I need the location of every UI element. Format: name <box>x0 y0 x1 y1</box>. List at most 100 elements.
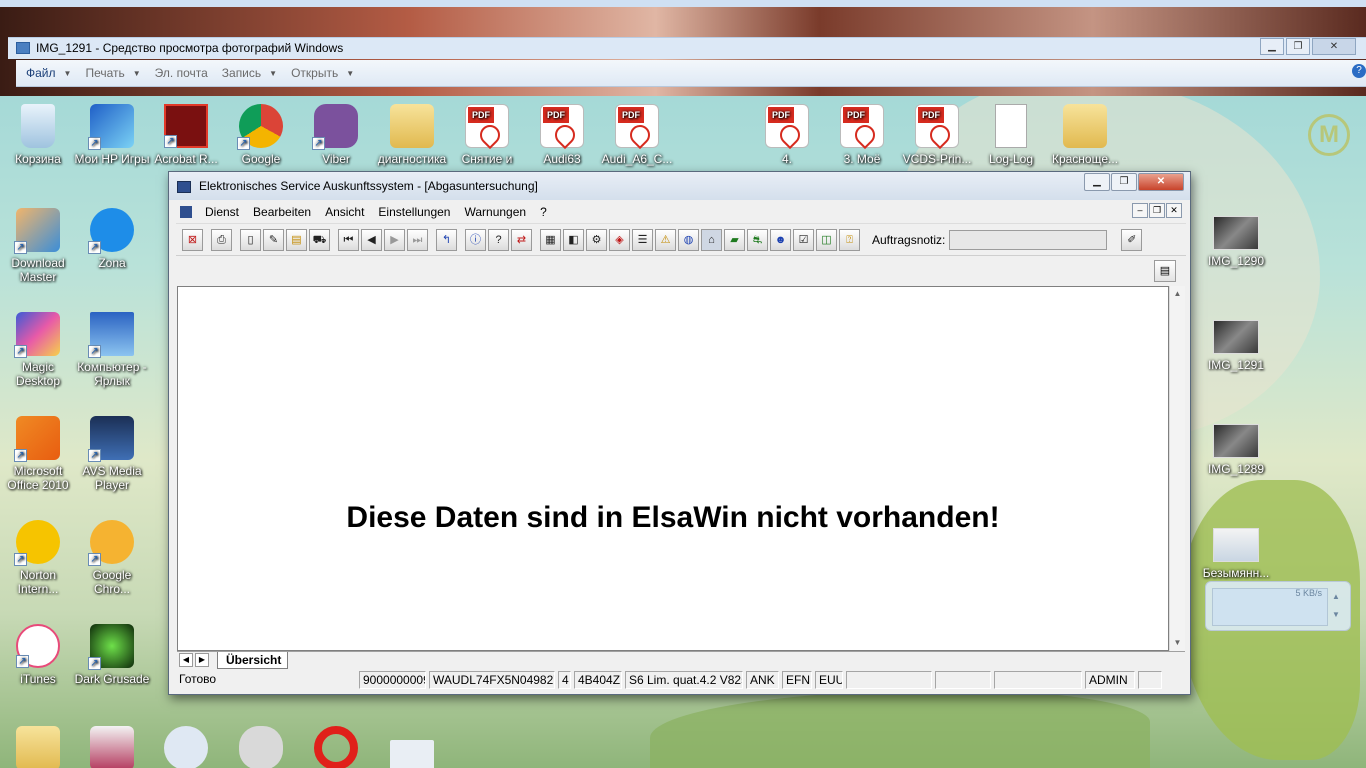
desktop-icon-img1289[interactable]: IMG_1289 <box>1198 424 1274 476</box>
menu-open[interactable]: Открыть ▼ <box>291 66 354 80</box>
engine-icon[interactable]: ⚙ <box>586 228 607 251</box>
menu-help[interactable]: ? <box>533 205 554 219</box>
document-list-icon[interactable]: ▤ <box>1154 260 1176 282</box>
desktop-icon-avs[interactable]: ↗ AVS Media Player <box>74 416 150 492</box>
desktop-icon-hp-games[interactable]: ↗ Мои HP Игры <box>74 104 150 166</box>
menu-file[interactable]: Файл ▼ <box>26 66 71 80</box>
print-icon[interactable]: ⎙ <box>211 228 232 251</box>
menu-dienst[interactable]: Dienst <box>198 205 246 219</box>
menu-print[interactable]: Печать ▼ <box>85 66 140 80</box>
desktop-icon-img1290[interactable]: IMG_1290 <box>1198 216 1274 268</box>
mdi-restore-button[interactable]: ❐ <box>1149 203 1165 218</box>
book-icon[interactable]: ◈ <box>609 228 630 251</box>
desktop-icon-partial-search[interactable] <box>148 726 224 768</box>
inspection-icon[interactable]: ⌂ <box>701 228 722 251</box>
desktop-icon-snyatie[interactable]: Снятие и <box>449 104 525 166</box>
help-icon[interactable]: ? <box>1352 64 1366 78</box>
desktop-icon-acrobat[interactable]: ↗ Acrobat R... <box>148 104 224 166</box>
warning-icon[interactable]: ⚠ <box>655 228 676 251</box>
tab-scroll-right-icon[interactable]: ▶ <box>195 653 209 667</box>
green-book-icon[interactable]: ▰ <box>724 228 745 251</box>
expand-icon[interactable]: ▲ ▼ <box>1328 588 1344 626</box>
network-speed-widget[interactable]: 5 KB/s ▲ ▼ <box>1205 581 1351 631</box>
desktop-icon-vcds[interactable]: VCDS-Prin... <box>899 104 975 166</box>
tab-uebersicht[interactable]: Übersicht <box>217 652 289 669</box>
previous-page-icon[interactable]: ◀ <box>361 228 382 251</box>
question-doc-icon[interactable]: ⍰ <box>839 228 860 251</box>
scroll-down-icon[interactable]: ▼ <box>1170 635 1185 651</box>
notes-icon[interactable]: ▤ <box>286 228 307 251</box>
next-page-icon[interactable]: ▶ <box>384 228 405 251</box>
photo-viewer-titlebar[interactable]: IMG_1291 - Средство просмотра фотографий… <box>8 37 1366 59</box>
desktop-icon-krasn[interactable]: Красноще... <box>1047 104 1123 166</box>
desktop-icon-audi-a6[interactable]: Audi_A6_C... <box>599 104 675 166</box>
desktop-icon-partial-window[interactable] <box>374 740 450 768</box>
desktop-icon-label: диагностика <box>377 152 447 166</box>
new-document-icon[interactable]: ▯ <box>240 228 261 251</box>
desktop-icon-audi63[interactable]: Audi63 <box>524 104 600 166</box>
edit-note-icon[interactable]: ✐ <box>1121 228 1143 251</box>
desktop-icon-ms-office[interactable]: ↗ Microsoft Office 2010 <box>0 416 76 492</box>
desktop-icon-partial-video[interactable] <box>74 726 150 768</box>
tab-scroll-left-icon[interactable]: ◀ <box>179 653 193 667</box>
minimize-button[interactable]: ▁ <box>1260 38 1284 55</box>
vertical-scrollbar[interactable]: ▲ ▼ <box>1169 286 1185 651</box>
swap-icon[interactable]: ⇄ <box>511 228 532 251</box>
desktop-icon-log[interactable]: Log-Log <box>973 104 1049 166</box>
minimize-button[interactable]: ▁ <box>1084 173 1110 191</box>
checklist-icon[interactable]: ☑ <box>793 228 814 251</box>
manual-icon[interactable]: ◫ <box>816 228 837 251</box>
desktop-icon-zona[interactable]: ↗ Zona <box>74 208 150 270</box>
status-vin: WAUDL74FX5N049827 <box>429 671 555 689</box>
scroll-up-icon[interactable]: ▲ <box>1170 286 1185 302</box>
mdi-close-button[interactable]: ✕ <box>1166 203 1182 218</box>
desktop-icon-recycle-bin[interactable]: Корзина <box>0 104 76 166</box>
help-cursor-icon[interactable]: ? <box>488 228 509 251</box>
auftragsnotiz-field[interactable] <box>949 229 1108 250</box>
desktop-icon-viber[interactable]: ↗ Viber <box>298 104 374 166</box>
last-page-icon[interactable]: ⏭ <box>407 228 428 251</box>
list-icon[interactable]: ☰ <box>632 228 653 251</box>
desktop-icon-magic-desktop[interactable]: ↗ Magic Desktop <box>0 312 76 388</box>
mdi-minimize-button[interactable]: – <box>1132 203 1148 218</box>
desktop-icon-bezymyanny[interactable]: Безымянн... <box>1198 528 1274 580</box>
menu-einstellungen[interactable]: Einstellungen <box>371 205 457 219</box>
desktop-icon-moe[interactable]: 3. Моё <box>824 104 900 166</box>
menu-email[interactable]: Эл. почта <box>155 66 208 80</box>
desktop-icon-computer[interactable]: ↗ Компьютер - Ярлык <box>74 312 150 388</box>
desktop-icon-diagnostika[interactable]: диагностика <box>374 104 450 166</box>
desktop-icon-download-master[interactable]: ↗ Download Master <box>0 208 76 284</box>
maximize-button[interactable]: ❐ <box>1286 38 1310 55</box>
edit-document-icon[interactable]: ✎ <box>263 228 284 251</box>
globe-icon[interactable]: ◍ <box>678 228 699 251</box>
calculator-icon[interactable]: ▦ <box>540 228 561 251</box>
desktop-icon-partial-gamepad[interactable] <box>223 726 299 768</box>
car-icon[interactable]: ⛐ <box>747 228 768 251</box>
menu-warnungen[interactable]: Warnungen <box>457 205 533 219</box>
desktop-icon-dark-grusade[interactable]: ↗ Dark Grusade <box>74 624 150 686</box>
menu-burn-label: Запись <box>221 66 262 80</box>
elsawin-titlebar[interactable]: Elektronisches Service Auskunftssystem -… <box>169 172 1190 200</box>
status-gearbox-code: EFN <box>782 671 812 689</box>
menu-burn[interactable]: Запись ▼ <box>222 66 277 80</box>
desktop-icon-partial-opera[interactable] <box>298 726 374 768</box>
back-icon[interactable]: ↰ <box>436 228 457 251</box>
close-button[interactable]: ✕ <box>1138 173 1184 191</box>
desktop-icon-chrome[interactable]: ↗ Google Chro... <box>74 520 150 596</box>
desktop-icon-4[interactable]: 4. <box>749 104 825 166</box>
desktop-icon-norton[interactable]: ↗ Norton Intern... <box>0 520 76 596</box>
maximize-button[interactable]: ❐ <box>1111 173 1137 191</box>
desktop-icon-img1291[interactable]: IMG_1291 <box>1198 320 1274 372</box>
menu-ansicht[interactable]: Ansicht <box>318 205 371 219</box>
close-button[interactable]: ✕ <box>1312 38 1356 55</box>
vehicle-icon[interactable]: ⛟ <box>309 228 330 251</box>
info-icon[interactable]: ⓘ <box>465 228 486 251</box>
parts-icon[interactable]: ◧ <box>563 228 584 251</box>
first-page-icon[interactable]: ⏮ <box>338 228 359 251</box>
desktop-icon-partial-folder[interactable] <box>0 726 76 768</box>
desktop-icon-google[interactable]: ↗ Google <box>223 104 299 166</box>
menu-bearbeiten[interactable]: Bearbeiten <box>246 205 318 219</box>
exit-icon[interactable]: ⊠ <box>182 228 203 251</box>
user-search-icon[interactable]: ☻ <box>770 228 791 251</box>
desktop-icon-itunes[interactable]: ↗ iTunes <box>0 624 76 686</box>
